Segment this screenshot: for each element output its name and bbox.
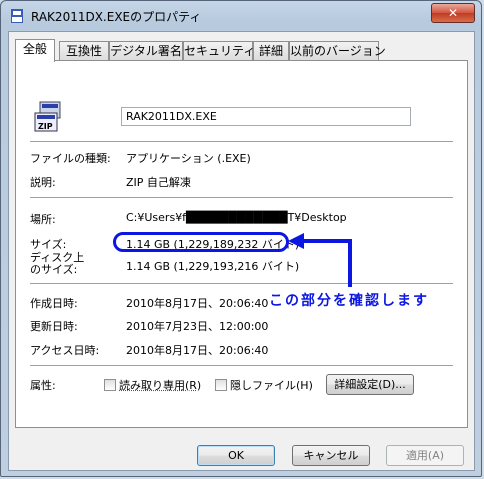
size-highlight-ellipse [113, 232, 289, 252]
annotation-text: この部分を確認します [269, 293, 429, 309]
close-button[interactable]: ✕ [431, 3, 475, 23]
tab-compatibility[interactable]: 互換性 [59, 41, 109, 60]
size-label: サイズ: [30, 238, 67, 251]
zip-file-icon: ZIP [34, 101, 61, 132]
tab-security[interactable]: セキュリティ [183, 41, 255, 60]
description-value: ZIP 自己解凍 [126, 176, 191, 189]
divider [30, 283, 453, 284]
modified-label: 更新日時: [30, 320, 78, 333]
divider [30, 365, 453, 366]
divider [30, 141, 453, 142]
svg-text:ZIP: ZIP [38, 122, 53, 131]
ok-button[interactable]: OK [197, 445, 275, 466]
file-type-value: アプリケーション (.EXE) [126, 152, 251, 165]
dialog-body: 全般 互換性 デジタル署名 セキュリティ 詳細 以前のバージョン ZIP RAK… [8, 31, 475, 471]
size-on-disk-value: 1.14 GB (1,229,193,216 バイト) [126, 260, 300, 273]
app-icon [11, 9, 23, 23]
tab-general[interactable]: 全般 [15, 39, 55, 62]
cancel-button[interactable]: キャンセル [292, 445, 370, 466]
hidden-label[interactable]: 隠しファイル(H) [230, 377, 313, 393]
readonly-checkbox[interactable] [104, 379, 116, 391]
file-type-label: ファイルの種類: [30, 152, 111, 165]
file-name-field[interactable]: RAK2011DX.EXE [121, 107, 411, 126]
location-value: C:¥Users¥f████████████T¥Desktop [126, 211, 347, 224]
modified-value: 2010年7月23日、12:00:00 [126, 320, 269, 333]
created-label: 作成日時: [30, 297, 78, 310]
hidden-checkbox[interactable] [215, 379, 227, 391]
tab-previous-versions[interactable]: 以前のバージョン [289, 41, 386, 60]
properties-window: RAK2011DX.EXEのプロパティ ✕ 全般 互換性 デジタル署名 セキュリ… [0, 0, 482, 477]
accessed-value: 2010年8月17日、20:06:40 [126, 344, 269, 357]
created-value: 2010年8月17日、20:06:40 [126, 297, 269, 310]
apply-button[interactable]: 適用(A) [386, 445, 464, 466]
general-tab-panel: ZIP RAK2011DX.EXE ファイルの種類: アプリケーション (.EX… [15, 60, 468, 428]
divider [30, 197, 453, 198]
readonly-label[interactable]: 読み取り専用(R) [119, 377, 201, 393]
annotation-arrow-icon [288, 233, 352, 287]
tab-details[interactable]: 詳細 [253, 41, 289, 60]
advanced-button[interactable]: 詳細設定(D)... [326, 374, 414, 395]
size-on-disk-label-line2: のサイズ: [30, 263, 78, 276]
tab-digital-signature[interactable]: デジタル署名 [109, 41, 183, 60]
window-title: RAK2011DX.EXEのプロパティ [31, 10, 202, 24]
description-label: 説明: [30, 176, 56, 189]
location-label: 場所: [30, 213, 56, 226]
accessed-label: アクセス日時: [30, 344, 100, 357]
title-bar[interactable]: RAK2011DX.EXEのプロパティ ✕ [1, 1, 481, 31]
attributes-label: 属性: [30, 379, 56, 392]
size-on-disk-label: ディスク上 のサイズ: [30, 252, 84, 276]
